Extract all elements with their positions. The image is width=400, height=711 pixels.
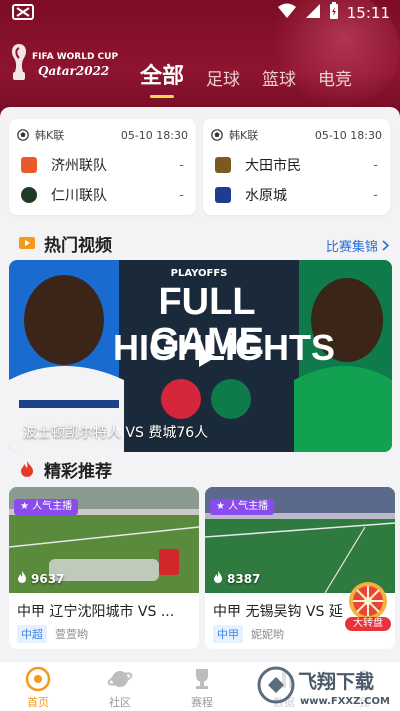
app-notification-icon [12, 4, 36, 22]
football-icon [211, 129, 223, 141]
team-name: 济州联队 [51, 158, 107, 174]
live-stream-card[interactable]: ★ 人气主播 9637 中甲 辽宁沈阳城市 VS ... 中超 萱萱哟 [9, 487, 199, 649]
wheel-label: 大转盘 [345, 617, 391, 631]
viewer-count: 9637 [17, 571, 64, 586]
highlights-more-link[interactable]: 比赛集锦 [326, 236, 390, 255]
host-name: 妮妮哟 [251, 628, 284, 641]
stream-meta: 中甲 妮妮哟 [213, 625, 284, 643]
stream-title: 中甲 无锡吴钩 VS 延 [213, 604, 343, 620]
stream-title: 中甲 辽宁沈阳城市 VS ... [17, 604, 175, 620]
fire-icon [18, 460, 36, 478]
category-tabs: 全部 足球 篮球 电竞 [140, 50, 374, 98]
nav-schedule[interactable]: 赛程 [172, 666, 232, 710]
nav-community[interactable]: 社区 [90, 666, 150, 710]
watermark-title: 飞翔下载 [298, 670, 374, 693]
team-name: 水原城 [245, 188, 287, 204]
home-team-row: 济州联队 - [21, 153, 184, 177]
play-icon[interactable] [191, 342, 221, 372]
tab-all[interactable]: 全部 [140, 58, 184, 98]
lucky-wheel-button[interactable]: 大转盘 [343, 581, 393, 633]
section-title: 精彩推荐 [44, 461, 112, 482]
section-title: 热门视频 [44, 235, 112, 256]
match-card[interactable]: 韩K联 05-10 18:30 济州联队 - 仁川联队 - [9, 119, 196, 215]
world-cup-logo: FIFA WORLD CUP Qatar2022 [8, 42, 128, 92]
team-crest-icon [21, 157, 37, 173]
recommended-header: 精彩推荐 [18, 457, 112, 482]
star-icon: ★ [20, 501, 29, 512]
planet-icon [107, 671, 133, 687]
stream-meta: 中超 萱萱哟 [17, 625, 88, 643]
match-time: 05-10 18:30 [120, 128, 188, 142]
team-score: - [373, 157, 378, 173]
tab-basketball[interactable]: 篮球 [262, 65, 296, 90]
team-score: - [179, 157, 184, 173]
watermark: 飞翔下载 www.FXXZ.COM [252, 658, 400, 711]
featured-video-card[interactable]: PLAYOFFS FULL GAME HIGHLIGHTS 波士顿凯尔特人 VS… [9, 260, 392, 452]
team-crest-icon [21, 187, 37, 203]
home-team-row: 大田市民 - [215, 153, 378, 177]
team-score: - [373, 187, 378, 203]
hot-videos-header: 热门视频 [18, 231, 112, 256]
status-time: 15:11 [346, 4, 390, 22]
match-card[interactable]: 韩K联 05-10 18:30 大田市民 - 水原城 - [203, 119, 390, 215]
football-icon [17, 129, 29, 141]
fire-icon [17, 571, 27, 586]
chevron-right-icon [382, 240, 390, 255]
team-crest-icon [215, 187, 231, 203]
away-team-row: 仁川联队 - [21, 183, 184, 207]
wheel-icon [349, 582, 387, 620]
popular-host-badge: ★ 人气主播 [210, 499, 275, 515]
fire-icon [213, 571, 223, 586]
team-crest-icon [215, 157, 231, 173]
team-name: 仁川联队 [51, 188, 107, 204]
video-icon [18, 234, 36, 252]
league-label: 韩K联 [229, 129, 259, 142]
star-icon: ★ [216, 501, 225, 512]
video-caption: 波士顿凯尔特人 VS 费城76人 [23, 425, 209, 441]
viewer-count: 8387 [213, 571, 260, 586]
wifi-icon [277, 3, 297, 23]
home-icon [25, 666, 51, 692]
playoffs-badge: PLAYOFFS [170, 268, 228, 279]
tab-esports[interactable]: 电竞 [318, 65, 352, 90]
nav-home[interactable]: 首页 [8, 666, 68, 710]
trophy-icon [196, 669, 208, 689]
team-score: - [179, 187, 184, 203]
popular-host-badge: ★ 人气主播 [14, 499, 79, 515]
league-label: 韩K联 [35, 129, 65, 142]
battery-icon [329, 2, 339, 24]
signal-icon [305, 3, 321, 23]
watermark-url: www.FXXZ.COM [300, 696, 390, 707]
team-name: 大田市民 [245, 158, 301, 174]
tab-football[interactable]: 足球 [206, 65, 240, 90]
league-tag: 中甲 [213, 625, 243, 643]
league-tag: 中超 [17, 625, 47, 643]
content-area: 韩K联 05-10 18:30 济州联队 - 仁川联队 - 韩K联 05-10 … [0, 107, 400, 661]
away-team-row: 水原城 - [215, 183, 378, 207]
status-bar: 15:11 [0, 0, 400, 26]
host-name: 萱萱哟 [55, 628, 88, 641]
match-time: 05-10 18:30 [314, 128, 382, 142]
